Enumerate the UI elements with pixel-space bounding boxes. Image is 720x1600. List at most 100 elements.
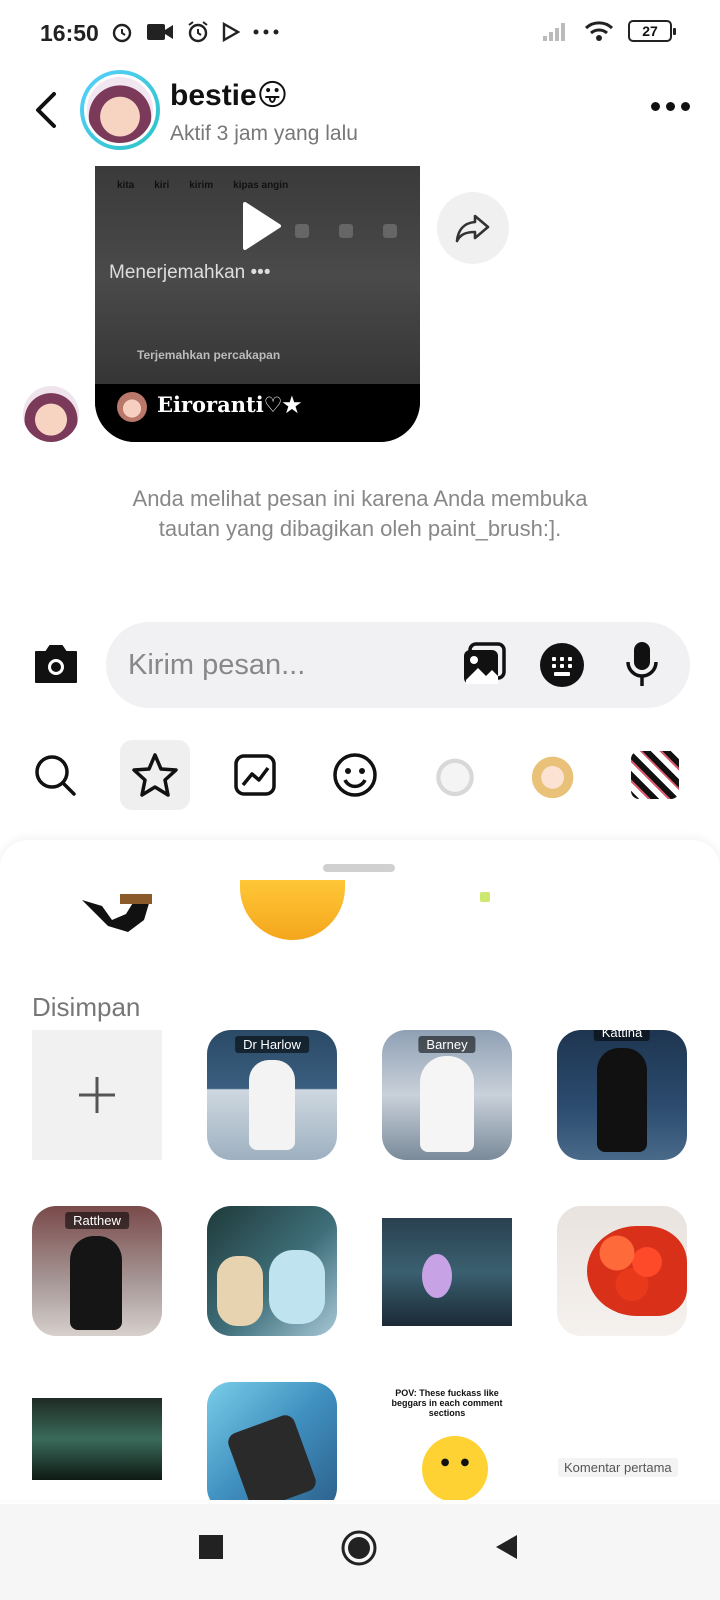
sticker-tabs — [0, 734, 720, 818]
sticker-label: Ratthew — [65, 1212, 129, 1229]
alarm-icon — [112, 23, 132, 43]
sender-avatar[interactable] — [23, 386, 79, 442]
saved-sticker[interactable]: Barney — [382, 1030, 512, 1160]
battery-icon: 27 — [628, 20, 676, 42]
sticker-character — [597, 1048, 647, 1152]
saved-sticker[interactable]: Kattina — [557, 1030, 687, 1160]
sticker-label[interactable]: Komentar pertama — [558, 1458, 678, 1477]
keyboard-icon[interactable] — [540, 643, 584, 687]
screenshot-icon — [383, 224, 397, 238]
saved-sticker[interactable]: Dr Harlow — [207, 1030, 337, 1160]
video-record-icon — [147, 24, 173, 40]
dot-icon — [651, 102, 660, 111]
saved-sticker[interactable] — [382, 1218, 512, 1326]
share-arrow-icon — [455, 214, 490, 243]
smiley-icon — [333, 753, 377, 797]
saved-sticker[interactable] — [207, 1382, 337, 1500]
dot-icon — [681, 102, 690, 111]
video-keyboard-suggestions: kita kiri kirim kipas angin — [117, 180, 288, 191]
sticker-character — [70, 1236, 122, 1330]
suggestion-word: kirim — [189, 180, 214, 191]
shared-video-message[interactable]: kita kiri kirim kipas angin Menerjemahka… — [95, 166, 420, 442]
tab-sticker-pack-panda[interactable] — [620, 740, 690, 810]
video-footer: Eiroranti♡★ — [95, 384, 420, 442]
trending-icon — [234, 754, 276, 796]
contact-status: Aktif 3 jam yang lalu — [170, 122, 358, 145]
sticker-caption: POV: These fuckass like beggars in each … — [391, 1388, 503, 1418]
volume-icon — [295, 224, 309, 238]
sticker-character — [249, 1060, 295, 1150]
tab-sticker-pack-anime[interactable] — [520, 740, 590, 810]
video-translating-text: Menerjemahkan ••• — [109, 262, 271, 283]
share-button[interactable] — [437, 192, 509, 264]
add-sticker-button[interactable] — [32, 1030, 162, 1160]
anime-sticker-thumb — [531, 751, 579, 799]
search-icon — [35, 755, 76, 796]
star-icon — [132, 753, 178, 797]
more-options-button[interactable] — [651, 102, 690, 111]
camera-icon[interactable] — [32, 640, 80, 686]
video-translate-convo: Terjemahkan percakapan — [137, 348, 281, 362]
home-button[interactable] — [341, 1530, 377, 1566]
sticker-character — [269, 1250, 325, 1324]
plus-icon — [79, 1077, 115, 1113]
contact-name[interactable]: bestie😛 — [170, 78, 288, 113]
recents-button[interactable] — [198, 1534, 224, 1560]
sticker-sheet: Disimpan Dr Harlow Barney Kattina Ratthe… — [0, 840, 720, 1500]
sticker-character — [422, 1254, 452, 1298]
recent-sticker[interactable] — [80, 892, 155, 932]
status-bar: 16:50 27 — [0, 0, 720, 70]
suggestion-word: kiri — [154, 180, 170, 191]
sticker-label: Dr Harlow — [235, 1036, 309, 1053]
sticker-character — [217, 1256, 263, 1326]
recent-sticker[interactable] — [480, 892, 490, 902]
video-author: Eiroranti♡★ — [157, 392, 302, 417]
sticker-label: Kattina — [593, 1030, 651, 1041]
sticker-character — [422, 1436, 488, 1500]
sticker-character — [420, 1056, 474, 1152]
tab-trending[interactable] — [220, 740, 290, 810]
mic-icon — [339, 224, 353, 238]
saved-sticker[interactable] — [32, 1398, 162, 1480]
contact-avatar[interactable] — [80, 70, 160, 150]
author-avatar — [117, 392, 147, 422]
alarm-clock-icon — [188, 21, 208, 43]
mic-icon[interactable] — [624, 640, 660, 690]
gallery-icon[interactable] — [462, 642, 508, 688]
dot-icon — [666, 102, 675, 111]
tab-emoji[interactable] — [320, 740, 390, 810]
back-arrow-icon[interactable] — [26, 88, 66, 132]
wifi-icon — [584, 21, 614, 41]
tab-favorites[interactable] — [120, 740, 190, 810]
sheet-drag-handle[interactable] — [323, 864, 395, 872]
tab-sticker-pack-cat[interactable] — [420, 740, 490, 810]
saved-sticker[interactable]: Ratthew — [32, 1206, 162, 1336]
suggestion-word: kita — [117, 180, 135, 191]
avatar-image — [84, 74, 156, 146]
saved-sticker[interactable]: POV: These fuckass like beggars in each … — [382, 1382, 512, 1500]
saved-sticker[interactable] — [207, 1206, 337, 1336]
status-icons-left — [110, 20, 280, 44]
chat-header: bestie😛 Aktif 3 jam yang lalu — [0, 66, 720, 162]
more-dots-icon — [253, 29, 279, 35]
recent-sticker-hand[interactable] — [240, 880, 345, 940]
sticker-label: Barney — [418, 1036, 476, 1053]
signal-icon — [543, 23, 565, 41]
system-nav-bar — [0, 1504, 720, 1600]
back-button[interactable] — [495, 1534, 519, 1560]
play-icon[interactable] — [233, 200, 285, 252]
suggestion-word: kipas angin — [233, 180, 289, 191]
cat-sticker-thumb — [431, 751, 479, 799]
status-icons-right: 27 — [542, 20, 676, 42]
message-composer — [106, 622, 690, 708]
message-input[interactable] — [128, 644, 428, 686]
tab-search[interactable] — [20, 740, 90, 810]
sticker-character — [225, 1412, 319, 1500]
video-controls — [295, 224, 397, 238]
shared-link-notice: Anda melihat pesan ini karena Anda membu… — [132, 486, 588, 541]
status-time: 16:50 — [40, 20, 99, 46]
saved-sticker[interactable] — [557, 1206, 687, 1336]
saved-section-label: Disimpan — [32, 992, 141, 1022]
sticker-berries — [587, 1226, 687, 1316]
panda-sticker-thumb — [631, 751, 679, 799]
